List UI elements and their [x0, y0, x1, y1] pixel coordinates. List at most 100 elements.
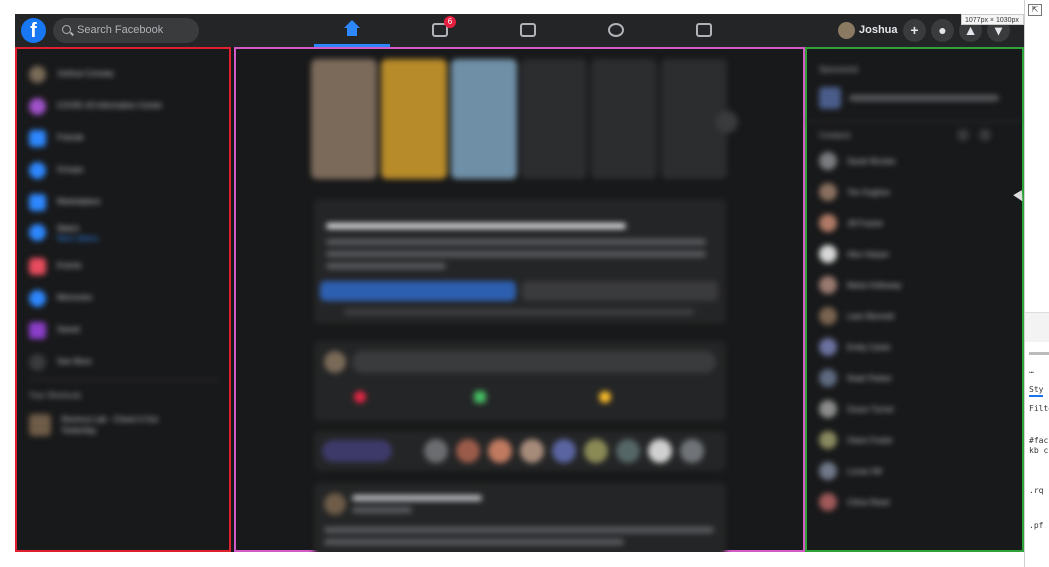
story-card[interactable]	[381, 59, 447, 179]
story-card[interactable]	[311, 59, 377, 179]
contacts-heading: Contacts	[819, 131, 851, 140]
devtools-splitter[interactable]	[1029, 352, 1049, 355]
sidebar-item-saved[interactable]: Saved	[29, 321, 219, 341]
post-timestamp	[352, 507, 412, 513]
devtools-rule: .pf	[1029, 521, 1044, 530]
contact-item[interactable]: Emily Carter	[819, 338, 1009, 358]
avatar	[29, 66, 46, 83]
sidebar-item-watch[interactable]: Watch New videos	[29, 223, 219, 247]
avatar	[488, 439, 512, 463]
plus-icon: +	[910, 22, 919, 38]
shortcut-item[interactable]: Shortcut Lab - Check It Out Yesterday	[29, 413, 219, 443]
post-text	[324, 527, 714, 533]
create-room-button[interactable]	[322, 440, 392, 462]
devtools-inspect-icon[interactable]: ⇱	[1028, 4, 1042, 16]
search-contacts-icon[interactable]	[979, 129, 991, 141]
sidebar-item-friends[interactable]: Friends	[29, 129, 219, 149]
sponsored-heading: Sponsored	[819, 65, 858, 74]
friends-icon	[29, 130, 46, 147]
stories-next-button[interactable]	[716, 111, 738, 133]
devtools-more[interactable]: …	[1029, 366, 1034, 375]
contact-item[interactable]: Tim Hughes	[819, 183, 1009, 203]
survey-card	[314, 199, 726, 324]
left-sidebar: Joshua Conway COVID-19 Information Cente…	[15, 47, 231, 552]
contact-item[interactable]: Chloe Reed	[819, 493, 1009, 513]
contact-item[interactable]: Liam Bennett	[819, 307, 1009, 327]
avatar	[616, 439, 640, 463]
composer-input[interactable]	[352, 351, 716, 373]
sidebar-item-marketplace[interactable]: Marketplace	[29, 193, 219, 213]
size-tooltip: 1077px × 1030px	[961, 14, 1024, 25]
profile-chip[interactable]: Joshua	[835, 19, 906, 42]
sidebar-item-events[interactable]: Events	[29, 257, 219, 277]
devtools-tab-styles[interactable]: Sty	[1029, 385, 1044, 397]
story-card[interactable]	[591, 59, 657, 179]
sidebar-item-memories[interactable]: Memories	[29, 289, 219, 309]
tab-home[interactable]	[314, 14, 390, 47]
avatar	[819, 493, 837, 511]
sidebar-item-covid[interactable]: COVID-19 Information Center	[29, 97, 219, 117]
survey-title	[326, 223, 626, 229]
survey-primary-button[interactable]	[320, 281, 516, 301]
contact-item[interactable]: Maria Holloway	[819, 276, 1009, 296]
avatar	[456, 439, 480, 463]
avatar	[324, 351, 346, 373]
avatar	[819, 245, 837, 263]
tab-groups[interactable]	[578, 14, 654, 47]
video-call-icon[interactable]	[957, 129, 969, 141]
story-card[interactable]	[521, 59, 587, 179]
contact-name: Liam Bennett	[847, 312, 895, 321]
avatar	[819, 400, 837, 418]
devtools-filter[interactable]: Filte	[1029, 404, 1049, 413]
live-video-icon[interactable]	[354, 391, 366, 403]
sidebar-item-label: Memories	[57, 293, 93, 302]
devtools-dock	[1025, 312, 1049, 342]
sidebar-item-label: Saved	[57, 325, 80, 334]
contact-item[interactable]: Grace Turner	[819, 400, 1009, 420]
avatar	[819, 338, 837, 356]
feeling-icon[interactable]	[599, 391, 611, 403]
shortcut-sublabel: Yesterday	[61, 426, 97, 435]
sidebar-item-see-more[interactable]: See More	[29, 353, 219, 373]
tab-gaming[interactable]	[666, 14, 742, 47]
contact-item[interactable]: Lucas Hill	[819, 462, 1009, 482]
contact-item[interactable]: Alex Harper	[819, 245, 1009, 265]
saved-icon	[29, 322, 46, 339]
avatar	[819, 214, 837, 232]
contact-name: Sarah Brooks	[847, 157, 896, 166]
contact-name: Emily Carter	[847, 343, 892, 352]
tab-marketplace[interactable]	[490, 14, 566, 47]
sidebar-item-profile[interactable]: Joshua Conway	[29, 65, 219, 85]
survey-body	[326, 239, 706, 245]
tab-watch[interactable]: 6	[402, 14, 478, 47]
contact-item[interactable]: Sarah Brooks	[819, 152, 1009, 172]
ad-text	[849, 95, 999, 101]
notification-badge: 6	[444, 16, 456, 28]
profile-name: Joshua	[859, 24, 898, 36]
post-text	[324, 539, 624, 545]
survey-secondary-button[interactable]	[522, 281, 718, 301]
avatar	[819, 431, 837, 449]
sidebar-item-label: Marketplace	[57, 197, 101, 206]
avatar	[838, 22, 855, 39]
contact-item[interactable]: Noah Parker	[819, 369, 1009, 389]
story-card[interactable]	[451, 59, 517, 179]
sidebar-item-label: See More	[57, 357, 92, 366]
avatar	[552, 439, 576, 463]
contact-item[interactable]: Owen Foster	[819, 431, 1009, 451]
contact-name: Lucas Hill	[847, 467, 882, 476]
messenger-button[interactable]: ●	[931, 19, 954, 42]
sidebar-item-groups[interactable]: Groups	[29, 161, 219, 181]
devtools-panel: … Sty Filte #fac kb c .rq .pf	[1024, 0, 1049, 567]
photo-icon[interactable]	[474, 391, 486, 403]
sponsored-item[interactable]	[819, 87, 1009, 109]
contact-name: Tim Hughes	[847, 188, 890, 197]
avatar	[520, 439, 544, 463]
composer-card	[314, 341, 726, 421]
search-input[interactable]: Search Facebook	[53, 18, 199, 43]
create-button[interactable]: +	[903, 19, 926, 42]
contact-item[interactable]: Jill Frazier	[819, 214, 1009, 234]
facebook-logo[interactable]: f	[21, 18, 46, 43]
contact-name: Grace Turner	[847, 405, 895, 414]
contact-name: Alex Harper	[847, 250, 890, 259]
